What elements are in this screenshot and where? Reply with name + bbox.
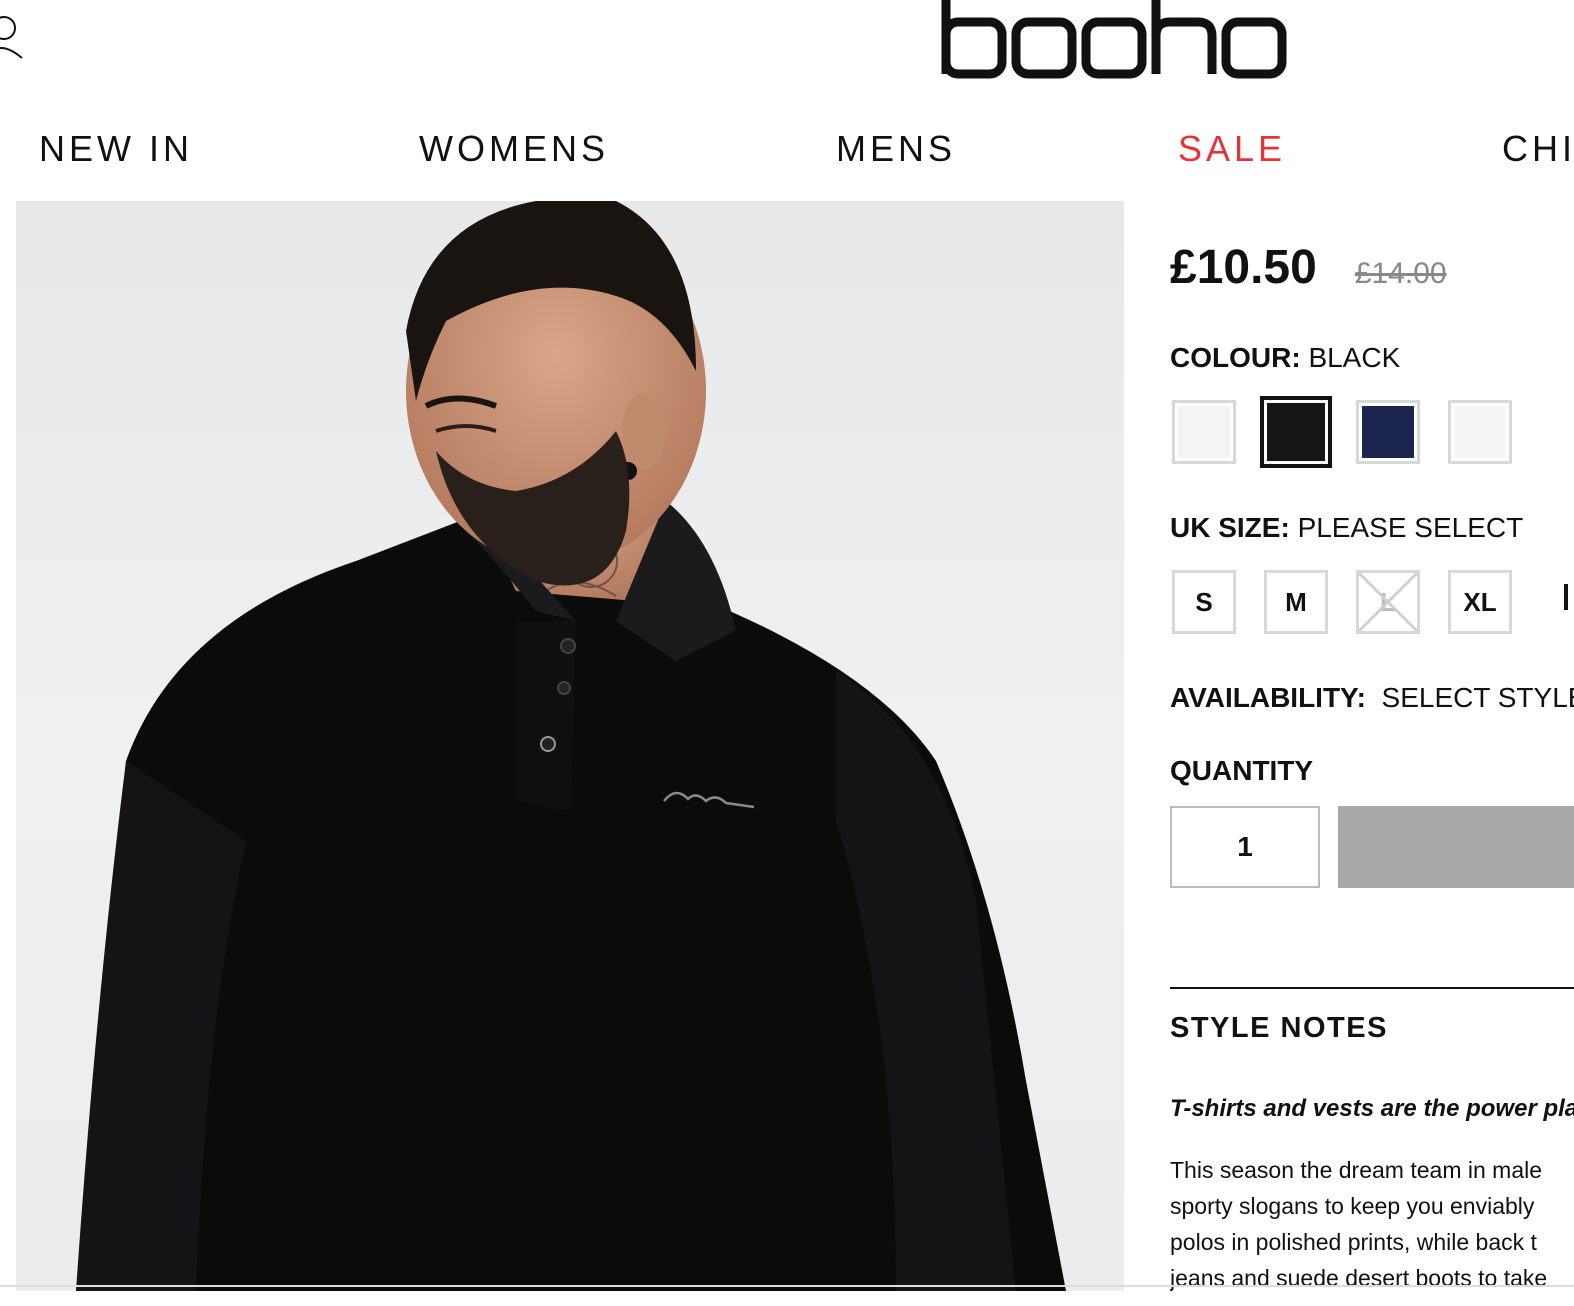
size-l-unavailable[interactable]: L bbox=[1356, 570, 1420, 634]
nav-item-sale[interactable]: SALE bbox=[1178, 128, 1286, 170]
swatch-navy[interactable] bbox=[1356, 400, 1420, 464]
current-price: £10.50 bbox=[1170, 241, 1317, 294]
size-label: UK SIZE: bbox=[1170, 512, 1290, 543]
section-divider bbox=[1170, 987, 1574, 989]
size-s[interactable]: S bbox=[1172, 570, 1236, 634]
swatch-white[interactable] bbox=[1172, 400, 1236, 464]
size-xl[interactable]: XL bbox=[1448, 570, 1512, 634]
quantity-input[interactable] bbox=[1170, 806, 1320, 888]
more-sizes-indicator bbox=[1564, 584, 1568, 610]
availability-row: AVAILABILITY: SELECT STYLE bbox=[1170, 682, 1574, 714]
colour-row: COLOUR: BLACK bbox=[1170, 342, 1400, 374]
swatch-black[interactable] bbox=[1260, 396, 1332, 468]
colour-value: BLACK bbox=[1308, 342, 1401, 373]
availability-label: AVAILABILITY: bbox=[1170, 682, 1366, 713]
style-notes-heading[interactable]: STYLE NOTES bbox=[1170, 1012, 1388, 1045]
boohoo-logo[interactable] bbox=[936, 0, 1296, 82]
style-notes-line: polos in polished prints, while back t bbox=[1170, 1229, 1537, 1255]
page-bottom-divider bbox=[0, 1285, 1574, 1287]
style-notes-body: This season the dream team in male sport… bbox=[1170, 1152, 1574, 1296]
main-nav: NEW IN WOMENS MENS SALE CHI bbox=[0, 128, 1574, 172]
style-notes-line: sporty slogans to keep you enviably bbox=[1170, 1193, 1535, 1219]
product-image[interactable] bbox=[16, 201, 1124, 1291]
quantity-label: QUANTITY bbox=[1170, 755, 1314, 786]
nav-item-childrens[interactable]: CHI bbox=[1502, 128, 1574, 170]
style-notes-lead: T-shirts and vests are the power pla bbox=[1170, 1095, 1574, 1122]
swatch-light-grey[interactable] bbox=[1448, 400, 1512, 464]
availability-value: SELECT STYLE bbox=[1381, 682, 1574, 713]
user-icon[interactable] bbox=[0, 14, 28, 60]
nav-item-mens[interactable]: MENS bbox=[836, 128, 956, 170]
size-row: UK SIZE: PLEASE SELECT bbox=[1170, 512, 1523, 544]
colour-label: COLOUR: bbox=[1170, 342, 1301, 373]
product-details-panel: £10.50 £14.00 COLOUR: BLACK UK SIZE: PLEA… bbox=[1170, 200, 1574, 1306]
nav-item-new-in[interactable]: NEW IN bbox=[39, 128, 193, 170]
add-to-bag-button[interactable] bbox=[1338, 806, 1574, 888]
unavailable-cross-icon bbox=[1359, 573, 1417, 631]
original-price: £14.00 bbox=[1354, 257, 1447, 290]
nav-item-womens[interactable]: WOMENS bbox=[419, 128, 609, 170]
style-notes-line: This season the dream team in male bbox=[1170, 1157, 1543, 1183]
price-row: £10.50 £14.00 bbox=[1170, 240, 1447, 295]
size-m[interactable]: M bbox=[1264, 570, 1328, 634]
style-notes-line: jeans and suede desert boots to take bbox=[1170, 1265, 1548, 1291]
size-options: S M L XL bbox=[1172, 570, 1574, 636]
size-value: PLEASE SELECT bbox=[1297, 512, 1524, 543]
